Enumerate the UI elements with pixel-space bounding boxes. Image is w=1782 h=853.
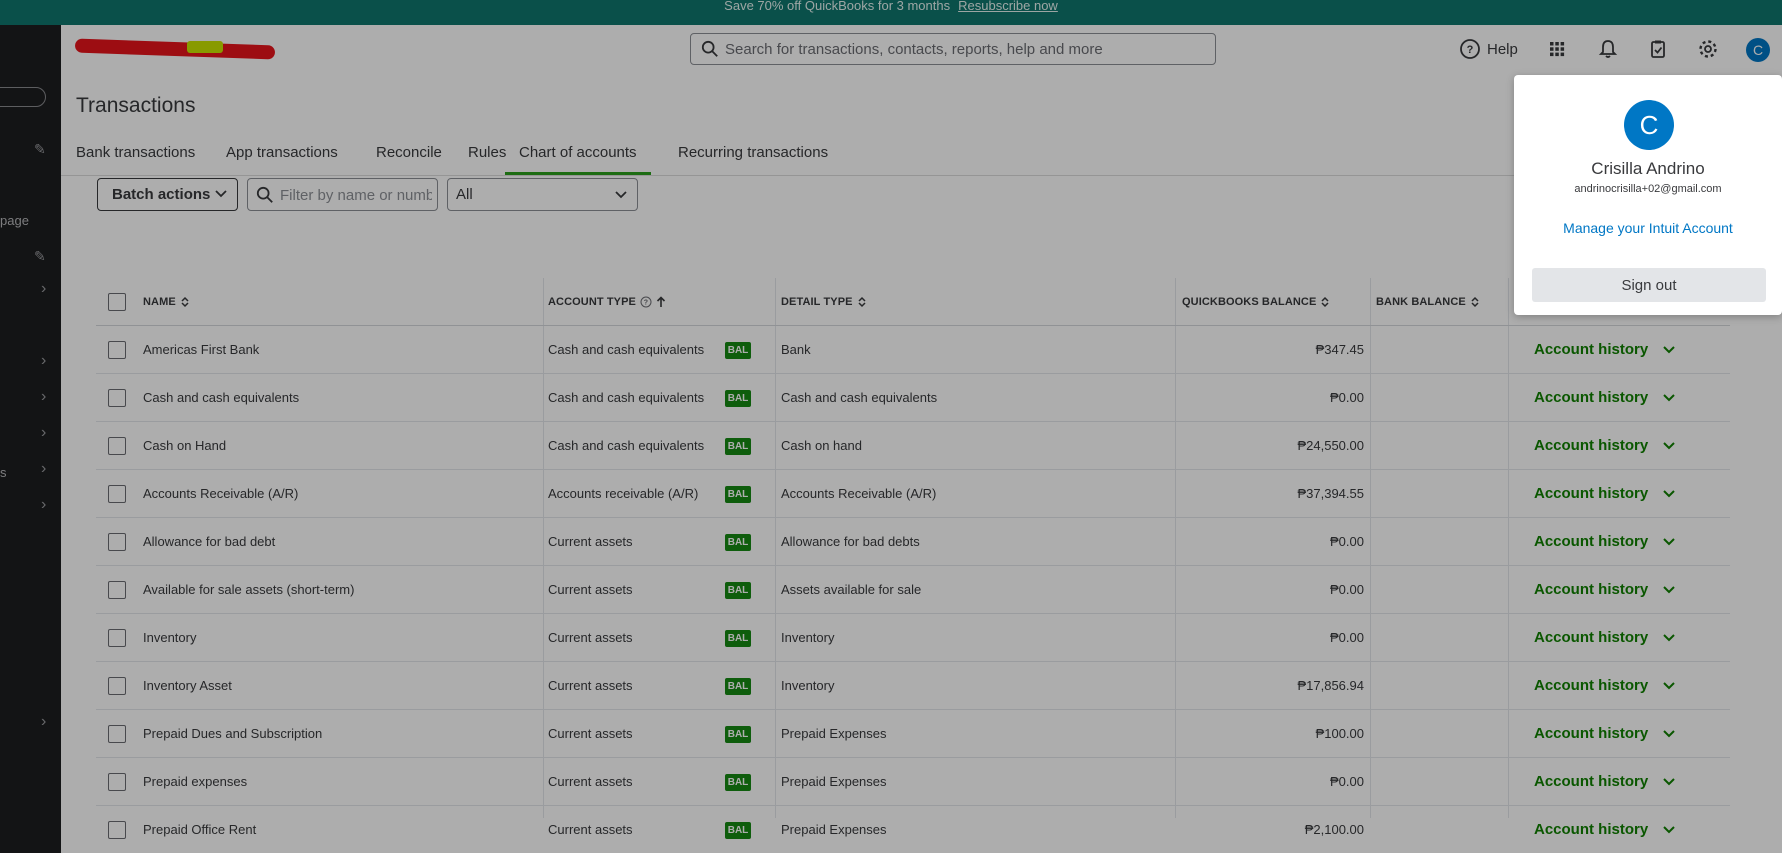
manage-account-link[interactable]: Manage your Intuit Account [1514, 220, 1782, 236]
sign-out-button[interactable]: Sign out [1532, 268, 1766, 302]
popover-avatar: C [1624, 100, 1674, 150]
account-popover: C Crisilla Andrino andrinocrisilla+02@gm… [1514, 75, 1782, 315]
user-name: Crisilla Andrino [1591, 159, 1705, 178]
user-email: andrinocrisilla+02@gmail.com [1574, 183, 1722, 195]
